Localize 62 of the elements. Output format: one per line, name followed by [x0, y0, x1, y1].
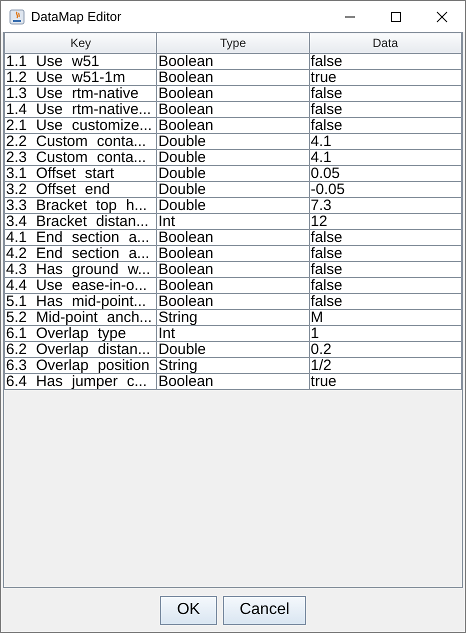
- table-cell: Boolean: [156, 70, 310, 86]
- table-cell: Double: [156, 166, 310, 182]
- table-cell: Boolean: [156, 230, 310, 246]
- table-cell: Boolean: [156, 86, 310, 102]
- table-cell: 1/2: [309, 358, 462, 374]
- table-cell: 7.3: [309, 198, 462, 214]
- cancel-button[interactable]: Cancel: [223, 596, 306, 624]
- table-cell: 3.4 Bracket distan...: [4, 214, 157, 230]
- table-cell: 2.2 Custom conta...: [4, 134, 157, 150]
- table-cell: Int: [156, 214, 310, 230]
- table-cell: false: [309, 54, 462, 70]
- table-cell: 3.1 Offset start: [4, 166, 157, 182]
- table-cell: Boolean: [156, 246, 310, 262]
- table-cell: Boolean: [156, 374, 310, 390]
- table-cell: false: [309, 246, 462, 262]
- table-cell: 1.3 Use rtm-native: [4, 86, 157, 102]
- table-cell: 4.2 End section a...: [4, 246, 157, 262]
- table-cell: false: [309, 118, 462, 134]
- table-cell: 2.3 Custom conta...: [4, 150, 157, 166]
- table-cell: 3.2 Offset end: [4, 182, 157, 198]
- table-cell: 4.1 End section a...: [4, 230, 157, 246]
- table-cell: Double: [156, 198, 310, 214]
- close-icon[interactable]: [436, 10, 448, 22]
- window-title: DataMap Editor: [31, 9, 122, 24]
- table-cell: Double: [156, 134, 310, 150]
- table-cell: 0.2: [309, 342, 462, 358]
- table-cell: false: [309, 294, 462, 310]
- table-cell: 1.4 Use rtm-native...: [4, 102, 157, 118]
- table-cell: 4.4 Use ease-in-o...: [4, 278, 157, 294]
- table-cell: Boolean: [156, 294, 310, 310]
- table-cell: true: [309, 374, 462, 390]
- table-cell: Double: [156, 182, 310, 198]
- table-cell: false: [309, 230, 462, 246]
- table-cell: 1: [309, 326, 462, 342]
- table-cell: Boolean: [156, 54, 310, 70]
- table-cell: false: [309, 278, 462, 294]
- maximize-icon[interactable]: [390, 10, 402, 22]
- table-cell: false: [309, 86, 462, 102]
- table-cell: 4.1: [309, 150, 462, 166]
- table-cell: 2.1 Use customize...: [4, 118, 157, 134]
- column-header[interactable]: Type: [156, 32, 310, 54]
- table-cell: 12: [309, 214, 462, 230]
- table-cell: Boolean: [156, 102, 310, 118]
- table-cell: 1.2 Use w51-1m: [4, 70, 157, 86]
- java-cup-icon: [9, 8, 25, 24]
- table-cell: 0.05: [309, 166, 462, 182]
- table-cell: Double: [156, 150, 310, 166]
- table-cell: Boolean: [156, 278, 310, 294]
- column-header[interactable]: Key: [4, 32, 157, 54]
- table-cell: Boolean: [156, 118, 310, 134]
- table-cell: Boolean: [156, 262, 310, 278]
- table-cell: -0.05: [309, 182, 462, 198]
- table-cell: false: [309, 262, 462, 278]
- table-cell: 4.1: [309, 134, 462, 150]
- table-cell: false: [309, 102, 462, 118]
- table-cell: Int: [156, 326, 310, 342]
- ok-button[interactable]: OK: [160, 596, 217, 624]
- column-header[interactable]: Data: [309, 32, 462, 54]
- table-cell: M: [309, 310, 462, 326]
- table-cell: 1.1 Use w51: [4, 54, 157, 70]
- table-cell: Double: [156, 342, 310, 358]
- table-cell: true: [309, 70, 462, 86]
